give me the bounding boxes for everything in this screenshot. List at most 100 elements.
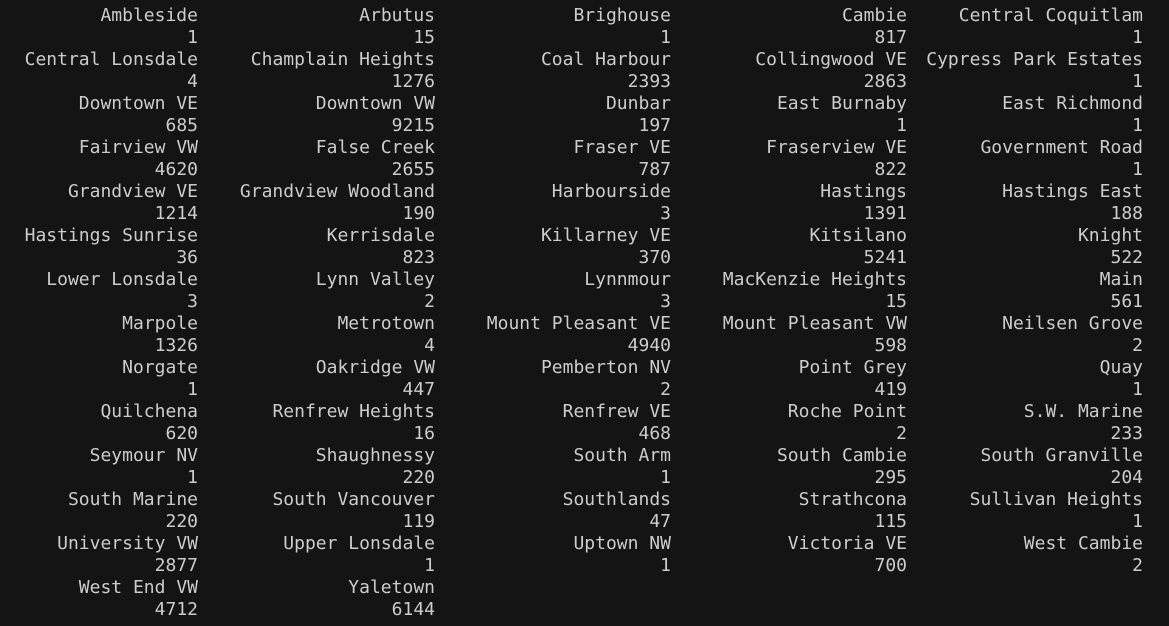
neighbourhood-name: Main bbox=[1099, 269, 1143, 290]
neighbourhood-count: 522 bbox=[1110, 247, 1143, 268]
neighbourhood-name: Lynnmour bbox=[584, 269, 671, 290]
neighbourhood-count: 233 bbox=[1110, 423, 1143, 444]
neighbourhood-count: 447 bbox=[402, 379, 435, 400]
neighbourhood-count: 4 bbox=[187, 71, 198, 92]
table-cell: Government Road 1 bbox=[907, 137, 1143, 181]
table-cell: Kitsilano 5241 bbox=[671, 225, 907, 269]
table-cell: Lynn Valley 2 bbox=[199, 269, 435, 313]
table-cell: West End VW 4712 bbox=[0, 577, 198, 621]
table-cell: Kerrisdale 823 bbox=[199, 225, 435, 269]
neighbourhood-name: University VW bbox=[57, 533, 198, 554]
neighbourhood-count: 1 bbox=[1132, 115, 1143, 136]
table-cell: Collingwood VE 2863 bbox=[671, 49, 907, 93]
neighbourhood-name: Kitsilano bbox=[809, 225, 907, 246]
neighbourhood-count: 3 bbox=[187, 291, 198, 312]
neighbourhood-count: 15 bbox=[885, 291, 907, 312]
table-cell: Ambleside 1 bbox=[0, 5, 198, 49]
neighbourhood-name: Central Lonsdale bbox=[24, 49, 198, 70]
neighbourhood-name: East Richmond bbox=[1002, 93, 1143, 114]
table-cell: Arbutus 15 bbox=[199, 5, 435, 49]
table-row: University VW 2877 Upper Lonsdale 1 Uptown N… bbox=[0, 533, 1169, 577]
table-cell: Mount Pleasant VW 598 bbox=[671, 313, 907, 357]
table-row: Hastings Sunrise 36 Kerrisdale 823 Killarney… bbox=[0, 225, 1169, 269]
table-row: Seymour NV 1 Shaughnessy 220 South Arm 1 South… bbox=[0, 445, 1169, 489]
neighbourhood-count: 1 bbox=[1132, 379, 1143, 400]
table-row: Norgate 1 Oakridge VW 447 Pemberton NV 2 Point… bbox=[0, 357, 1169, 401]
neighbourhood-name: Quilchena bbox=[100, 401, 198, 422]
neighbourhood-name: Lower Lonsdale bbox=[46, 269, 198, 290]
table-cell: Harbourside 3 bbox=[435, 181, 671, 225]
neighbourhood-count: 2877 bbox=[154, 555, 198, 576]
neighbourhood-name: Central Coquitlam bbox=[958, 5, 1143, 26]
table-cell: Lower Lonsdale 3 bbox=[0, 269, 198, 313]
table-cell: University VW 2877 bbox=[0, 533, 198, 577]
table-cell: Grandview Woodland 190 bbox=[199, 181, 435, 225]
neighbourhood-name: Point Grey bbox=[798, 357, 907, 378]
table-row: Grandview VE 1214 Grandview Woodland 190 Har… bbox=[0, 181, 1169, 225]
neighbourhood-name: Arbutus bbox=[359, 5, 435, 26]
neighbourhood-count: 197 bbox=[638, 115, 671, 136]
table-cell: Upper Lonsdale 1 bbox=[199, 533, 435, 577]
neighbourhood-count: 1 bbox=[896, 115, 907, 136]
table-row: Ambleside 1 Arbutus 15 Brighouse 1 Cambie 817 Ce… bbox=[0, 5, 1169, 49]
table-cell: Seymour NV 1 bbox=[0, 445, 198, 489]
neighbourhood-count: 47 bbox=[649, 511, 671, 532]
table-cell: Uptown NW 1 bbox=[435, 533, 671, 577]
neighbourhood-name: Killarney VE bbox=[540, 225, 671, 246]
table-cell: Lynnmour 3 bbox=[435, 269, 671, 313]
table-cell: Killarney VE 370 bbox=[435, 225, 671, 269]
table-cell: South Cambie 295 bbox=[671, 445, 907, 489]
table-cell: Roche Point 2 bbox=[671, 401, 907, 445]
neighbourhood-name: Fairview VW bbox=[78, 137, 198, 158]
table-cell: Downtown VW 9215 bbox=[199, 93, 435, 137]
neighbourhood-count: 2 bbox=[1132, 555, 1143, 576]
neighbourhood-name: Quay bbox=[1099, 357, 1143, 378]
neighbourhood-count: 468 bbox=[638, 423, 671, 444]
neighbourhood-name: Grandview Woodland bbox=[239, 181, 435, 202]
neighbourhood-count: 1 bbox=[1132, 71, 1143, 92]
neighbourhood-name: Norgate bbox=[122, 357, 198, 378]
neighbourhood-count: 2 bbox=[424, 291, 435, 312]
neighbourhood-count: 4620 bbox=[154, 159, 198, 180]
table-cell: Renfrew VE 468 bbox=[435, 401, 671, 445]
neighbourhood-count: 36 bbox=[176, 247, 198, 268]
neighbourhood-name: Hastings Sunrise bbox=[24, 225, 198, 246]
neighbourhood-name: South Cambie bbox=[776, 445, 907, 466]
neighbourhood-count: 3 bbox=[660, 291, 671, 312]
neighbourhood-count: 370 bbox=[638, 247, 671, 268]
neighbourhood-count: 2 bbox=[660, 379, 671, 400]
neighbourhood-count: 1 bbox=[660, 555, 671, 576]
table-cell: West Cambie 2 bbox=[907, 533, 1143, 577]
neighbourhood-name: Metrotown bbox=[337, 313, 435, 334]
neighbourhood-name: Oakridge VW bbox=[315, 357, 435, 378]
neighbourhood-name: South Marine bbox=[67, 489, 198, 510]
neighbourhood-name: Southlands bbox=[562, 489, 671, 510]
neighbourhood-count: 1 bbox=[1132, 159, 1143, 180]
table-cell: Pemberton NV 2 bbox=[435, 357, 671, 401]
table-cell: Yaletown 6144 bbox=[199, 577, 435, 621]
neighbourhood-count: 1391 bbox=[863, 203, 907, 224]
table-cell: Fraser VE 787 bbox=[435, 137, 671, 181]
neighbourhood-name: Cambie bbox=[841, 5, 907, 26]
table-cell: Cypress Park Estates 1 bbox=[907, 49, 1143, 93]
neighbourhood-name: Dunbar bbox=[605, 93, 671, 114]
table-cell: East Burnaby 1 bbox=[671, 93, 907, 137]
neighbourhood-count: 1326 bbox=[154, 335, 198, 356]
neighbourhood-name: Mount Pleasant VE bbox=[486, 313, 671, 334]
table-cell: Neilsen Grove 2 bbox=[907, 313, 1143, 357]
console-output: Ambleside 1 Arbutus 15 Brighouse 1 Cambie 817 Ce… bbox=[0, 5, 1169, 621]
neighbourhood-count: 1 bbox=[187, 27, 198, 48]
neighbourhood-name: Fraserview VE bbox=[766, 137, 907, 158]
neighbourhood-count: 115 bbox=[874, 511, 907, 532]
neighbourhood-count: 561 bbox=[1110, 291, 1143, 312]
neighbourhood-name: Coal Harbour bbox=[540, 49, 671, 70]
table-cell: Central Coquitlam 1 bbox=[907, 5, 1143, 49]
neighbourhood-count: 119 bbox=[402, 511, 435, 532]
neighbourhood-count: 190 bbox=[402, 203, 435, 224]
neighbourhood-name: South Vancouver bbox=[272, 489, 435, 510]
neighbourhood-name: Victoria VE bbox=[787, 533, 907, 554]
table-cell: Central Lonsdale 4 bbox=[0, 49, 198, 93]
neighbourhood-name: Roche Point bbox=[787, 401, 907, 422]
neighbourhood-name: Shaughnessy bbox=[315, 445, 435, 466]
neighbourhood-name: False Creek bbox=[315, 137, 435, 158]
